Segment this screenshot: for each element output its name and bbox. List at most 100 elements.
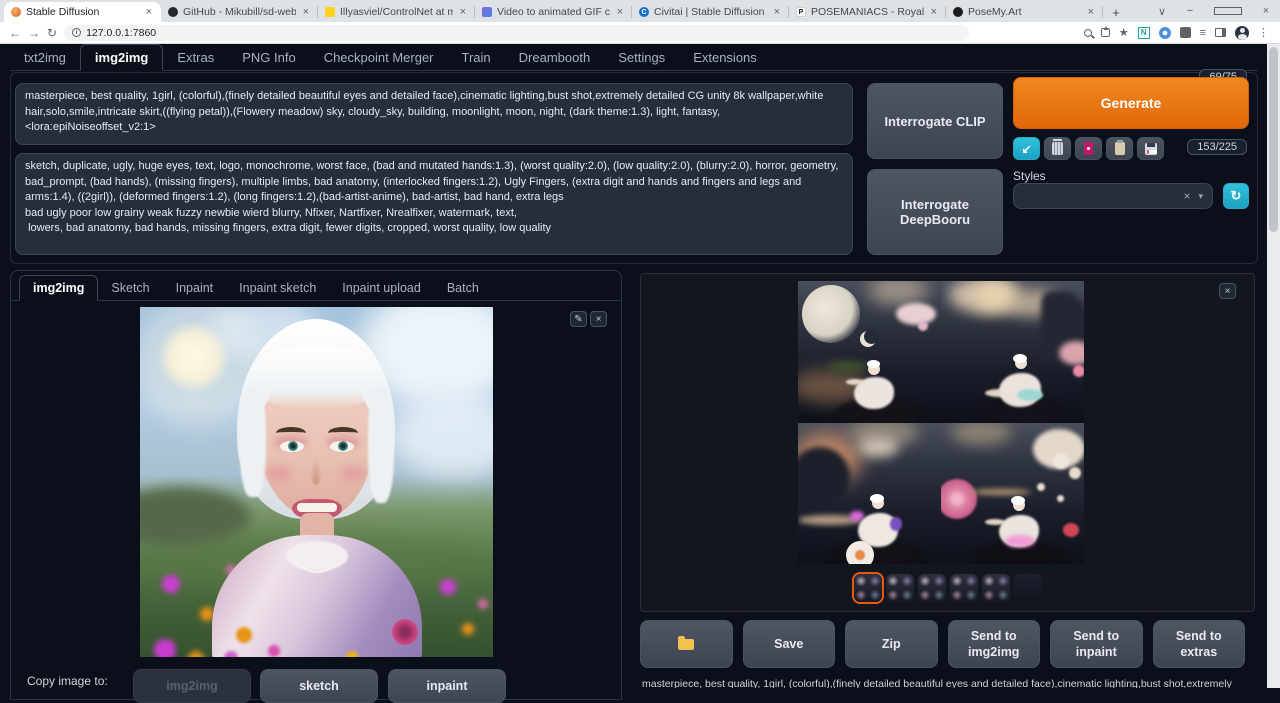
edit-image-button[interactable]: ✎ <box>570 311 587 327</box>
send-to-inpaint-button[interactable]: Send to inpaint <box>1050 620 1143 668</box>
chevron-down-icon: ▾ <box>1198 191 1203 202</box>
close-gallery-button[interactable]: × <box>1219 283 1236 299</box>
forward-button[interactable]: → <box>28 26 40 40</box>
open-folder-button[interactable] <box>640 620 733 668</box>
img2img-panel: img2img Sketch Inpaint Inpaint sketch In… <box>10 270 622 700</box>
tab-close-icon[interactable]: × <box>1086 6 1096 18</box>
copy-to-img2img-button[interactable]: img2img <box>133 669 251 703</box>
browser-tab-civitai[interactable]: C Civitai | Stable Diffusion models × <box>632 2 789 22</box>
send-to-img2img-button[interactable]: Send to img2img <box>948 620 1041 668</box>
address-bar[interactable]: i 127.0.0.1:7860 <box>64 25 969 41</box>
side-panel-icon[interactable] <box>1215 28 1226 37</box>
cloud <box>951 423 1011 445</box>
gallery-thumbnail-strip <box>641 574 1254 602</box>
styles-dropdown[interactable]: × ▾ <box>1013 183 1213 209</box>
copy-to-inpaint-button[interactable]: inpaint <box>388 669 506 703</box>
tab-sketch[interactable]: Sketch <box>98 276 162 300</box>
tab-close-icon[interactable]: × <box>615 6 625 18</box>
tab-extras[interactable]: Extras <box>163 45 228 70</box>
tab-dreambooth[interactable]: Dreambooth <box>505 45 605 70</box>
tab-inpaint-sketch[interactable]: Inpaint sketch <box>226 276 329 300</box>
tab-train[interactable]: Train <box>448 45 505 70</box>
gallery-thumbnail[interactable] <box>950 574 978 602</box>
profile-avatar[interactable] <box>1235 26 1249 40</box>
figure-arm <box>846 379 864 385</box>
output-gallery: × <box>640 273 1255 612</box>
apply-styles-button[interactable] <box>1106 137 1133 160</box>
tab-close-icon[interactable]: × <box>301 6 311 18</box>
crescent-shadow <box>864 329 879 344</box>
tab-checkpoint-merger[interactable]: Checkpoint Merger <box>310 45 448 70</box>
browser-tab-posemyart[interactable]: PoseMy.Art × <box>946 2 1103 22</box>
url-text: 127.0.0.1:7860 <box>86 27 156 39</box>
refresh-styles-button[interactable]: ↻ <box>1223 183 1249 209</box>
share-icon[interactable] <box>1101 28 1110 37</box>
reading-list-icon[interactable]: ≡ <box>1200 27 1206 39</box>
extra-networks-button[interactable] <box>1075 137 1102 160</box>
tab-batch[interactable]: Batch <box>434 276 492 300</box>
save-button[interactable]: Save <box>743 620 836 668</box>
browser-tab-stable-diffusion[interactable]: Stable Diffusion × <box>4 2 161 22</box>
tab-img2img-mode[interactable]: img2img <box>19 275 98 301</box>
bookmark-star-icon[interactable]: ★ <box>1119 26 1129 39</box>
github-favicon <box>168 7 178 17</box>
interrogate-deepbooru-button[interactable]: Interrogate DeepBooru <box>867 169 1003 255</box>
tab-inpaint-upload[interactable]: Inpaint upload <box>329 276 434 300</box>
save-style-button[interactable] <box>1137 137 1164 160</box>
prompt-input[interactable]: masterpiece, best quality, 1girl, (color… <box>16 84 852 144</box>
window-maximize-button[interactable] <box>1214 7 1242 15</box>
grid-image-4 <box>941 423 1084 565</box>
iris <box>338 441 348 451</box>
extension-n-icon[interactable]: N <box>1138 27 1150 39</box>
gallery-thumbnail[interactable] <box>1014 574 1042 602</box>
browser-tab-github[interactable]: GitHub - Mikubill/sd-webui-con × <box>161 2 318 22</box>
gallery-thumbnail[interactable] <box>886 574 914 602</box>
site-info-icon[interactable]: i <box>72 28 81 37</box>
figure-skirt <box>1005 535 1035 547</box>
tab-close-icon[interactable]: × <box>929 6 939 18</box>
paste-generation-params-button[interactable]: ↙ <box>1013 137 1040 160</box>
zip-button[interactable]: Zip <box>845 620 938 668</box>
generated-image-grid[interactable] <box>798 281 1084 564</box>
extensions-puzzle-icon[interactable] <box>1180 27 1191 38</box>
tab-close-icon[interactable]: × <box>772 6 782 18</box>
tab-close-icon[interactable]: × <box>144 6 154 18</box>
tab-img2img[interactable]: img2img <box>80 44 163 71</box>
negative-prompt-input[interactable]: sketch, duplicate, ugly, huge eyes, text… <box>16 154 852 254</box>
browser-tab-gif-converter[interactable]: Video to animated GIF converter × <box>475 2 632 22</box>
gallery-thumbnail[interactable] <box>854 574 882 602</box>
tab-extensions[interactable]: Extensions <box>679 45 771 70</box>
tab-close-icon[interactable]: × <box>458 6 468 18</box>
tab-inpaint[interactable]: Inpaint <box>163 276 227 300</box>
send-to-extras-button[interactable]: Send to extras <box>1153 620 1246 668</box>
tab-settings[interactable]: Settings <box>604 45 679 70</box>
browser-tab-controlnet[interactable]: Illyasviel/ControlNet at main × <box>318 2 475 22</box>
extension-blue-icon[interactable] <box>1159 27 1171 39</box>
interrogate-clip-button[interactable]: Interrogate CLIP <box>867 83 1003 159</box>
browser-menu-icon[interactable]: ⋮ <box>1258 26 1269 39</box>
zoom-icon[interactable] <box>1084 29 1092 37</box>
back-button[interactable]: ← <box>9 26 21 40</box>
tab-search-icon[interactable]: ∨ <box>1148 5 1176 18</box>
clear-styles-icon[interactable]: × <box>1183 189 1190 203</box>
copy-image-label: Copy image to: <box>27 674 108 688</box>
clear-prompt-button[interactable] <box>1044 137 1071 160</box>
new-tab-button[interactable]: + <box>1107 3 1125 21</box>
scrollbar-thumb[interactable] <box>1269 47 1278 232</box>
copy-to-sketch-button[interactable]: sketch <box>260 669 378 703</box>
generate-button[interactable]: Generate <box>1013 77 1249 129</box>
iris <box>288 441 298 451</box>
gallery-thumbnail[interactable] <box>918 574 946 602</box>
dress-rose <box>392 619 418 645</box>
gallery-thumbnail[interactable] <box>982 574 1010 602</box>
browser-scrollbar[interactable] <box>1267 44 1280 688</box>
window-close-button[interactable]: × <box>1252 5 1280 17</box>
browser-tab-posemaniacs[interactable]: P POSEMANIACS - Royalty free 3 × <box>789 2 946 22</box>
remove-image-button[interactable]: × <box>590 311 607 327</box>
tab-png-info[interactable]: PNG Info <box>228 45 309 70</box>
source-image-area[interactable]: ✎ × <box>11 301 621 663</box>
posemaniacs-favicon: P <box>796 7 806 17</box>
window-minimize-button[interactable]: − <box>1176 5 1204 17</box>
reload-button[interactable]: ↻ <box>47 26 57 40</box>
tab-txt2img[interactable]: txt2img <box>10 45 80 70</box>
